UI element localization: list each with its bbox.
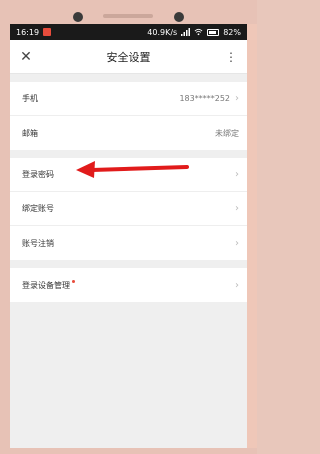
row-email[interactable]: 邮箱 未绑定 xyxy=(10,116,247,150)
row-account-cancel[interactable]: 账号注销 › xyxy=(10,226,247,260)
red-dot-badge xyxy=(72,279,75,283)
row-label: 登录密码 xyxy=(22,170,54,179)
app-screen: 16:19 40.9K/s 82% ✕ 安全设置 ⋮ 手机 183*****25… xyxy=(10,24,247,448)
device-group: 登录设备管理 › xyxy=(10,268,247,302)
row-bind-account[interactable]: 绑定账号 › xyxy=(10,192,247,226)
wifi-icon xyxy=(194,28,203,36)
page-header: ✕ 安全设置 ⋮ xyxy=(10,40,247,74)
speaker xyxy=(103,14,153,18)
front-camera-left xyxy=(73,12,83,22)
front-camera-right xyxy=(174,12,184,22)
red-arrow-annotation-icon xyxy=(76,161,189,178)
more-vertical-icon[interactable]: ⋮ xyxy=(223,50,239,64)
row-label: 登录设备管理 xyxy=(22,280,70,290)
row-value: 未绑定 xyxy=(215,128,239,138)
chevron-right-icon: › xyxy=(235,237,239,249)
close-icon[interactable]: ✕ xyxy=(18,49,34,65)
chevron-right-icon: › xyxy=(235,203,239,214)
account-group: 手机 183*****252 › 邮箱 未绑定 xyxy=(10,82,247,150)
chevron-right-icon: › xyxy=(235,169,239,180)
row-label: 账号注销 xyxy=(22,238,54,248)
row-label: 手机 xyxy=(22,94,38,103)
status-time: 16:19 xyxy=(16,27,40,37)
row-device-management[interactable]: 登录设备管理 › xyxy=(10,268,247,302)
row-label: 绑定账号 xyxy=(22,204,54,213)
signal-icon xyxy=(181,28,191,36)
notification-icon xyxy=(43,28,52,36)
status-bar: 16:19 40.9K/s 82% xyxy=(10,24,247,40)
network-speed: 40.9K/s xyxy=(147,27,178,37)
chevron-right-icon: › xyxy=(235,93,239,104)
page-title: 安全设置 xyxy=(106,50,151,64)
chevron-right-icon: › xyxy=(235,279,239,291)
row-value: 183*****252 xyxy=(179,94,230,103)
battery-icon xyxy=(207,28,220,36)
battery-percent: 82% xyxy=(223,27,241,37)
row-label: 邮箱 xyxy=(22,128,38,138)
phone-right-bezel xyxy=(247,24,257,448)
row-phone[interactable]: 手机 183*****252 › xyxy=(10,82,247,116)
